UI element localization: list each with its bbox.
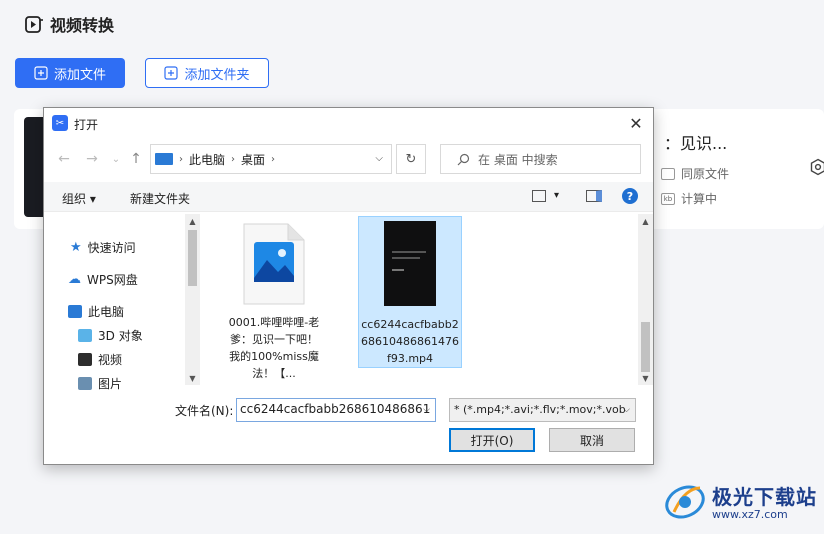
add-file-icon xyxy=(34,66,48,80)
chevron-down-icon[interactable]: ⌵ xyxy=(623,405,630,415)
scrollbar-thumb[interactable] xyxy=(641,322,650,372)
recent-locations-icon[interactable]: ⌄ xyxy=(108,151,124,167)
close-icon[interactable]: ✕ xyxy=(625,112,647,134)
up-arrow-icon[interactable]: ↑ xyxy=(128,151,144,167)
nav-item-label: WPS网盘 xyxy=(87,273,138,287)
add-file-label: 添加文件 xyxy=(53,67,106,83)
3d-objects-icon xyxy=(78,329,92,342)
back-arrow-icon[interactable]: ← xyxy=(56,151,72,167)
help-icon[interactable]: ? xyxy=(622,188,638,204)
video-folder-icon xyxy=(78,353,92,366)
add-file-button[interactable]: 添加文件 xyxy=(15,58,125,88)
organize-menu[interactable]: 组织 ▾ xyxy=(62,190,96,207)
chevron-down-icon[interactable]: ⌵ xyxy=(375,153,383,164)
scroll-up-icon[interactable]: ▲ xyxy=(638,214,653,228)
organize-label: 组织 xyxy=(62,192,87,206)
view-mode-icon[interactable] xyxy=(532,190,546,202)
forward-arrow-icon[interactable]: → xyxy=(84,151,100,167)
open-file-dialog: ✂ 打开 ✕ ← → ⌄ ↑ › 此电脑 › 桌面 › ⌵ ↻ 在 桌面 中搜索… xyxy=(43,107,654,465)
watermark-logo-icon xyxy=(665,485,705,519)
file-item[interactable]: 0001.哔哩哔哩-老爹：见识一下吧！我的100%miss魔法！【... xyxy=(224,218,324,382)
nav-item-3d-objects[interactable]: 3D 对象 xyxy=(78,327,143,344)
folder-icon xyxy=(661,167,675,180)
size-icon: kb xyxy=(661,192,675,205)
output-folder-label: 同原文件 xyxy=(681,167,730,181)
add-folder-button[interactable]: 添加文件夹 xyxy=(145,58,269,88)
star-icon: ★ xyxy=(70,240,82,255)
add-folder-label: 添加文件夹 xyxy=(184,67,250,83)
nav-item-wps-cloud[interactable]: ☁ WPS网盘 xyxy=(68,271,138,288)
dialog-titlebar[interactable]: ✂ 打开 ✕ xyxy=(44,108,653,138)
scroll-down-icon[interactable]: ▼ xyxy=(185,371,200,385)
chevron-down-icon[interactable]: ⌵ xyxy=(423,405,430,415)
dialog-toolbar: 组织 ▾ 新建文件夹 ▾ ? xyxy=(44,182,653,212)
app-title: 视频转换 xyxy=(24,12,114,36)
breadcrumb-desktop[interactable]: 桌面 xyxy=(241,151,265,168)
file-type-value: * (*.mp4;*.avi;*.flv;*.mov;*.vob xyxy=(454,403,626,416)
file-name: cc6244cacfbabb268610486861476f93.mp4 xyxy=(361,318,459,365)
preview-pane-icon[interactable] xyxy=(586,190,602,202)
navigation-scrollbar[interactable]: ▲ ▼ xyxy=(185,214,200,385)
nav-item-this-pc[interactable]: 此电脑 xyxy=(68,303,124,320)
task-status-label: 计算中 xyxy=(681,192,718,206)
pictures-folder-icon xyxy=(78,377,92,390)
computer-icon xyxy=(68,305,82,318)
nav-item-pictures[interactable]: 图片 xyxy=(78,375,122,392)
search-icon xyxy=(457,153,470,165)
new-folder-button[interactable]: 新建文件夹 xyxy=(130,190,190,207)
refresh-icon[interactable]: ↻ xyxy=(396,144,426,174)
dialog-title: 打开 xyxy=(74,118,99,132)
nav-item-videos[interactable]: 视频 xyxy=(78,351,122,368)
filename-input[interactable]: cc6244cacfbabb268610486861 ⌵ xyxy=(236,398,436,422)
chevron-right-icon: › xyxy=(231,153,236,165)
file-item-selected[interactable]: cc6244cacfbabb268610486861476f93.mp4 xyxy=(358,216,462,368)
nav-item-label: 图片 xyxy=(98,377,123,391)
app-icon: ✂ xyxy=(52,115,68,131)
image-file-icon xyxy=(243,223,305,305)
watermark: 极光下载站 www.xz7.com xyxy=(662,478,817,524)
navigation-pane: ★ 快速访问 ☁ WPS网盘 此电脑 3D 对象 视频 图片 xyxy=(44,213,201,391)
scroll-down-icon[interactable]: ▼ xyxy=(638,371,653,385)
filename-label: 文件名(N): xyxy=(175,404,234,418)
cancel-button[interactable]: 取消 xyxy=(549,428,635,452)
filename-value: cc6244cacfbabb268610486861 xyxy=(240,402,431,416)
file-name: 0001.哔哩哔哩-老爹：见识一下吧！我的100%miss魔法！【... xyxy=(228,316,320,380)
breadcrumb-this-pc[interactable]: 此电脑 xyxy=(189,151,225,168)
watermark-url: www.xz7.com xyxy=(712,508,788,521)
address-bar[interactable]: › 此电脑 › 桌面 › ⌵ xyxy=(150,144,392,174)
output-folder-option[interactable]: 同原文件 xyxy=(661,165,729,182)
task-status: kb 计算中 xyxy=(661,190,717,207)
nav-item-quick-access[interactable]: ★ 快速访问 xyxy=(70,239,136,256)
nav-item-label: 3D 对象 xyxy=(98,329,143,343)
scrollbar-thumb[interactable] xyxy=(188,230,197,286)
settings-icon[interactable] xyxy=(809,158,824,176)
scroll-up-icon[interactable]: ▲ xyxy=(185,214,200,228)
chevron-right-icon: › xyxy=(271,153,276,165)
computer-icon xyxy=(155,153,173,165)
nav-item-label: 视频 xyxy=(98,353,123,367)
open-button[interactable]: 打开(O) xyxy=(449,428,535,452)
app-title-text: 视频转换 xyxy=(50,16,115,35)
add-folder-icon xyxy=(164,66,179,80)
nav-item-label: 此电脑 xyxy=(88,305,125,319)
file-type-select[interactable]: * (*.mp4;*.avi;*.flv;*.mov;*.vob ⌵ xyxy=(449,398,636,422)
task-name: ：见识... xyxy=(664,134,728,153)
video-thumbnail xyxy=(384,221,436,306)
video-convert-icon xyxy=(25,16,43,33)
chevron-right-icon: › xyxy=(179,153,183,165)
search-placeholder: 在 桌面 中搜索 xyxy=(478,152,558,167)
cloud-icon: ☁ xyxy=(68,272,81,287)
file-list-scrollbar[interactable]: ▲ ▼ xyxy=(638,214,653,385)
chevron-down-icon[interactable]: ▾ xyxy=(554,190,559,201)
search-input[interactable]: 在 桌面 中搜索 xyxy=(440,144,641,174)
watermark-name: 极光下载站 xyxy=(712,485,817,509)
nav-item-label: 快速访问 xyxy=(87,241,136,255)
